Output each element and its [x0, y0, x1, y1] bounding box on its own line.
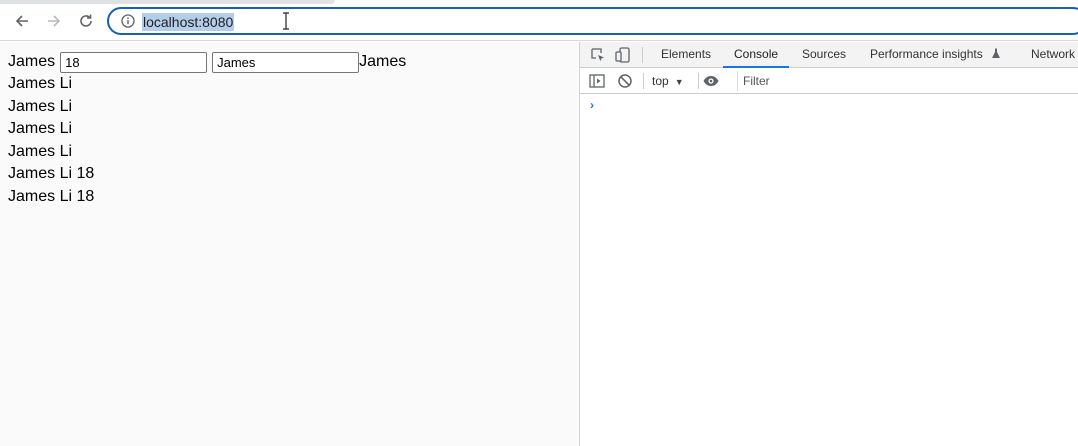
browser-toolbar: localhost:8080 [0, 0, 1078, 41]
forward-button[interactable] [41, 8, 67, 34]
context-selector[interactable]: top ▼ [652, 71, 684, 91]
tab-strip [0, 0, 1078, 4]
age-input[interactable] [60, 51, 208, 73]
output-line: James Li [8, 75, 73, 92]
devtools-tabbar: Elements Console Sources Performance ins… [580, 42, 1078, 68]
context-selector-value: top [652, 74, 669, 88]
output-line: James Li [8, 142, 73, 160]
output-lines: James Li James Li James Li James Li Jame… [8, 73, 94, 208]
console-toolbar: top ▼ [580, 68, 1078, 94]
url-text[interactable]: localhost:8080 [142, 13, 235, 31]
address-bar[interactable]: localhost:8080 [107, 7, 1078, 35]
text-cursor-icon [283, 12, 289, 30]
inspect-element-icon[interactable] [589, 46, 607, 64]
active-tab-edge [0, 0, 335, 4]
reload-icon [80, 14, 92, 27]
sidebar-toggle-icon[interactable] [588, 72, 606, 90]
forward-arrow-icon [48, 15, 61, 27]
name-label-left: James [8, 53, 56, 70]
tab-performance-insights[interactable]: Performance insights [870, 42, 1001, 68]
tab-network[interactable]: Network [1031, 42, 1075, 68]
device-toolbar-icon[interactable] [614, 46, 632, 64]
flask-icon [992, 48, 1001, 58]
toolbar-divider [698, 73, 699, 89]
console-filter-input[interactable] [737, 71, 1078, 91]
back-arrow-icon [15, 15, 28, 27]
dropdown-caret-icon: ▼ [674, 77, 684, 87]
toolbar-divider [643, 73, 644, 89]
back-button[interactable] [9, 8, 35, 34]
info-icon[interactable] [121, 14, 135, 28]
name-input[interactable] [212, 51, 360, 73]
output-line: James Li 18 [8, 187, 95, 205]
output-line: James Li 18 [8, 165, 95, 182]
devtools-panel: Elements Console Sources Performance ins… [579, 42, 1078, 446]
name-label-right: James [359, 53, 407, 70]
tab-sources[interactable]: Sources [802, 42, 846, 68]
clear-console-icon[interactable] [616, 72, 634, 90]
toolbar-divider [642, 47, 643, 63]
tab-elements[interactable]: Elements [661, 42, 711, 68]
output-line: James Li [8, 97, 73, 115]
tab-console[interactable]: Console [723, 42, 790, 68]
eye-icon[interactable] [702, 72, 720, 90]
reload-button[interactable] [73, 8, 99, 34]
tab-performance-insights-label: Performance insights [870, 47, 983, 61]
output-line: James Li [8, 120, 73, 137]
form-row: James James [8, 50, 406, 74]
page-viewport: James James James Li James Li James Li J… [0, 42, 579, 446]
console-prompt[interactable]: › [590, 98, 594, 112]
